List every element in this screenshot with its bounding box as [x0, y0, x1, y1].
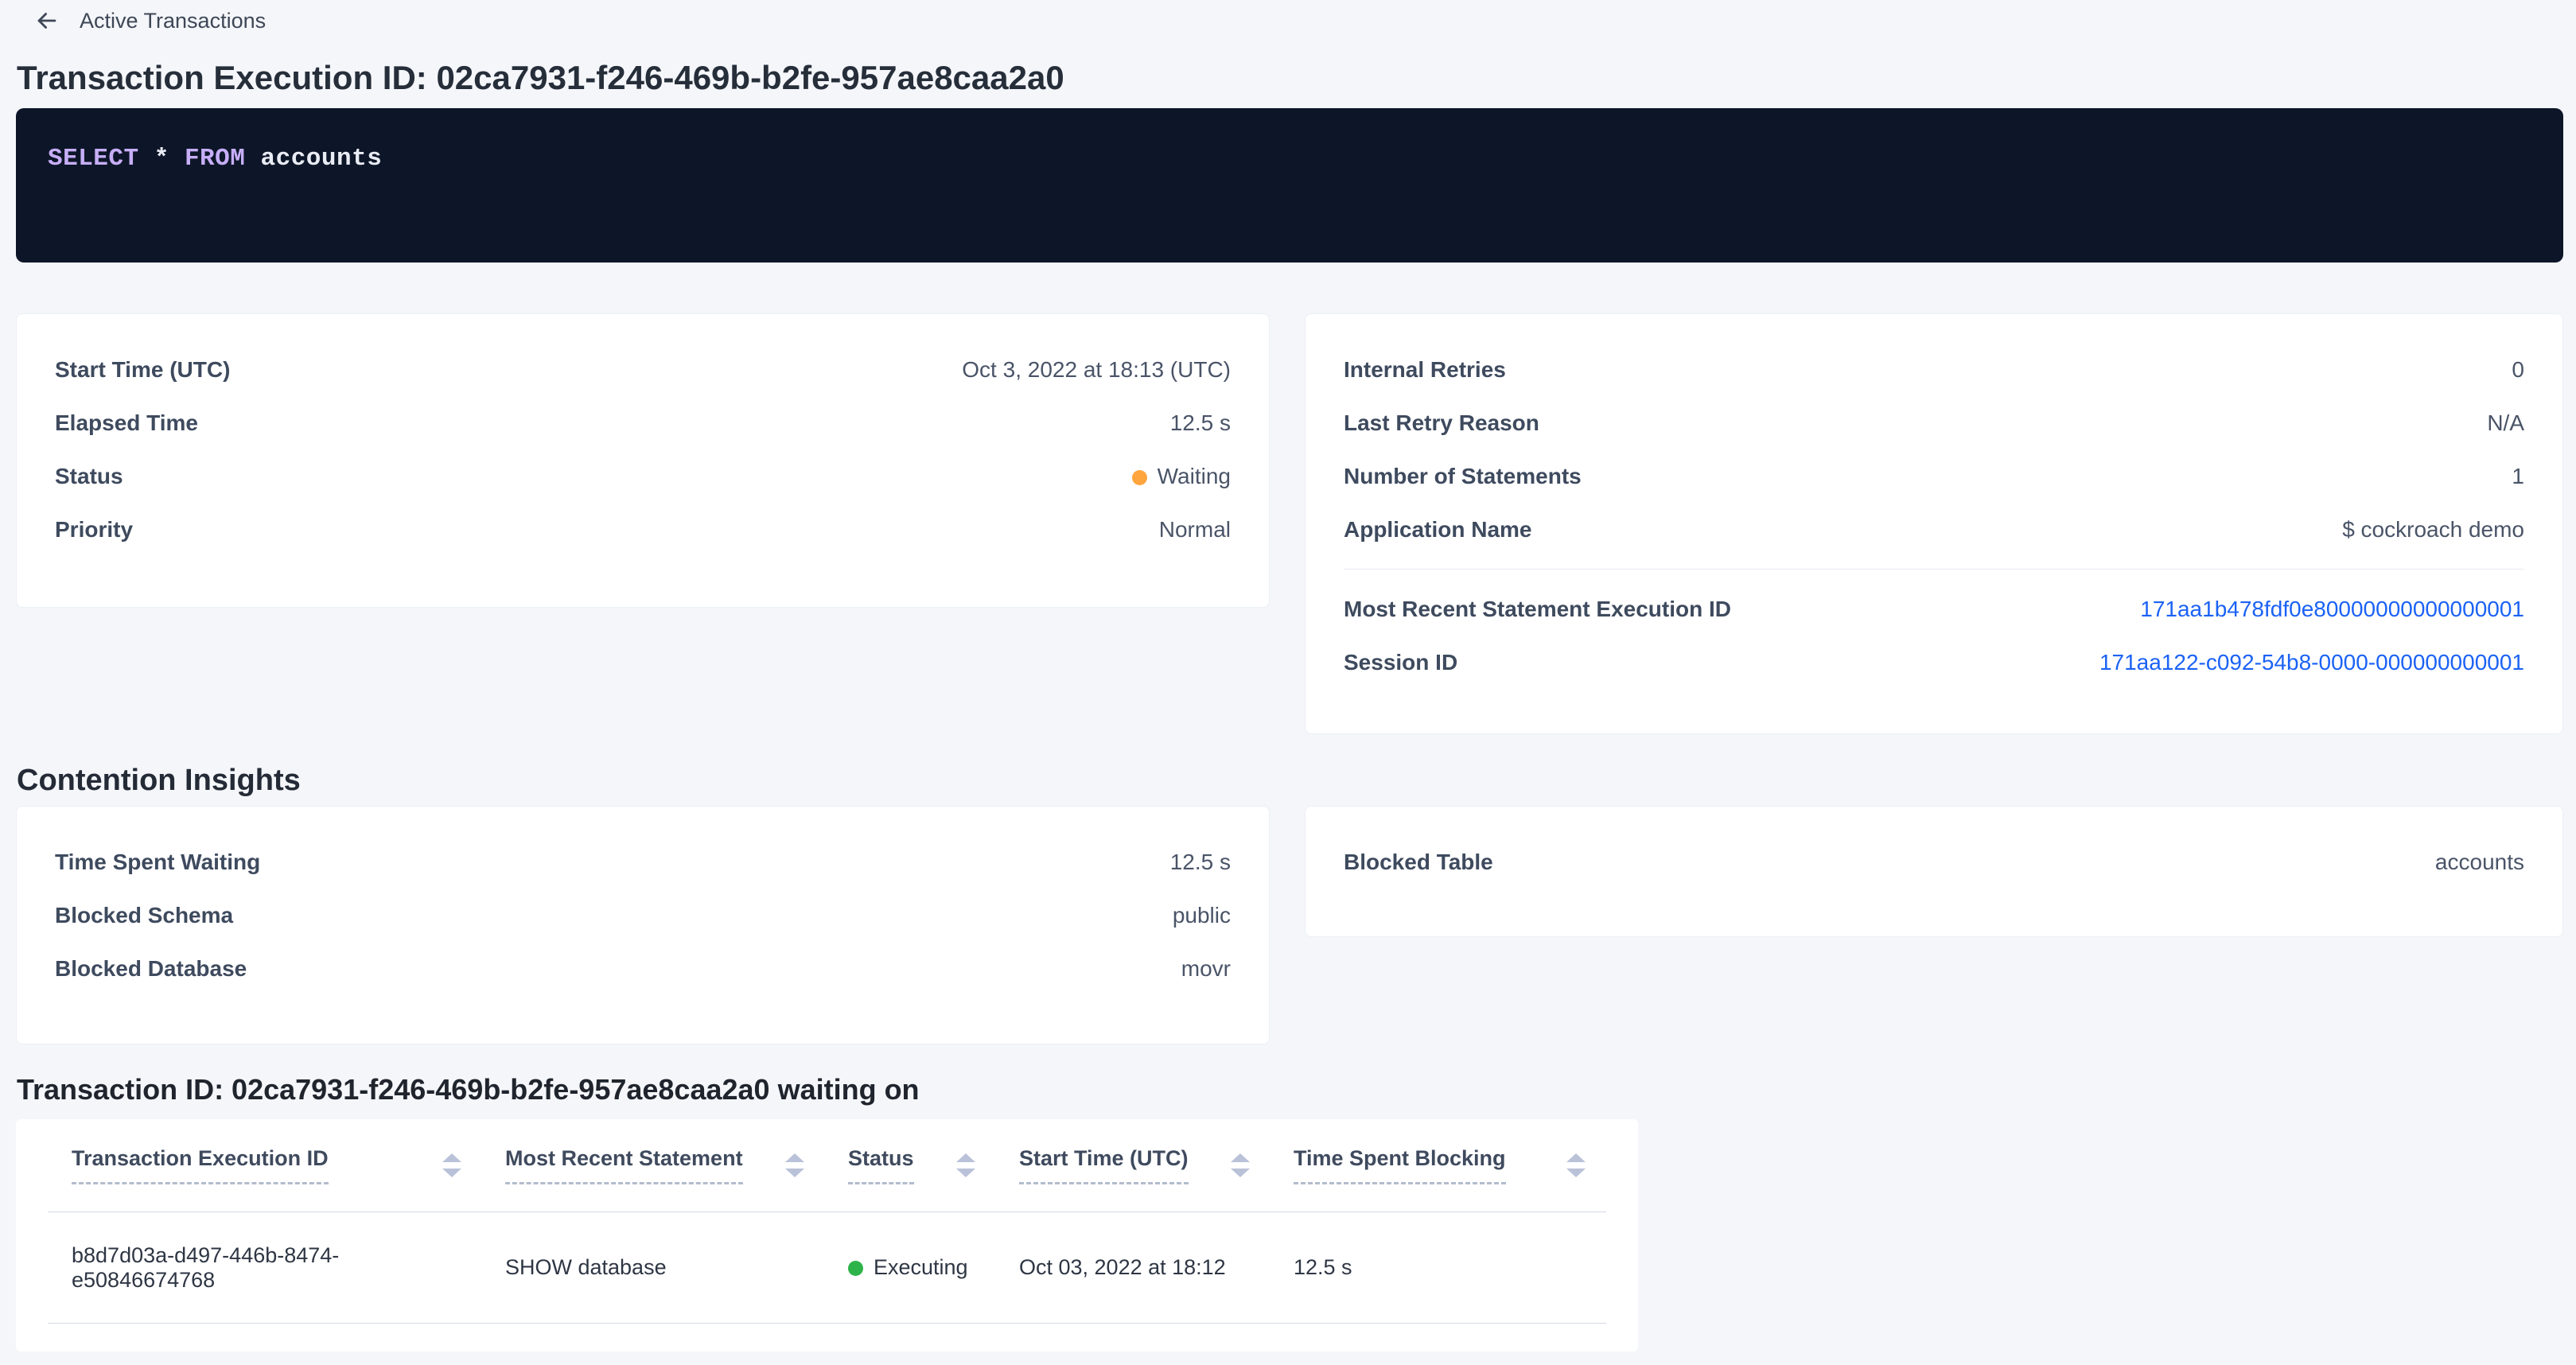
- column-header-transaction-execution-id[interactable]: Transaction Execution ID: [48, 1146, 505, 1184]
- contention-card-left: Time Spent Waiting 12.5 s Blocked Schema…: [16, 806, 1270, 1044]
- start-time-value: Oct 3, 2022 at 18:13 (UTC): [962, 357, 1231, 383]
- sql-asterisk: *: [154, 145, 169, 173]
- info-row-blocked-database: Blocked Database movr: [55, 942, 1231, 995]
- sort-arrows-icon[interactable]: [785, 1153, 804, 1177]
- statement-execution-id-link[interactable]: 171aa1b478fdf0e80000000000000001: [2140, 597, 2524, 622]
- summary-card-left: Start Time (UTC) Oct 3, 2022 at 18:13 (U…: [16, 313, 1270, 608]
- waiting-on-table: Transaction Execution ID Most Recent Sta…: [48, 1119, 1606, 1324]
- page: Active Transactions Transaction Executio…: [0, 6, 2576, 1351]
- info-row-application-name: Application Name $ cockroach demo: [1344, 503, 2524, 556]
- sort-arrows-icon[interactable]: [956, 1153, 975, 1177]
- column-header-status[interactable]: Status: [848, 1146, 1019, 1184]
- status-label: Status: [55, 464, 123, 489]
- number-of-statements-label: Number of Statements: [1344, 464, 1582, 489]
- sql-keyword-select: SELECT: [48, 145, 139, 173]
- info-row-elapsed-time: Elapsed Time 12.5 s: [55, 396, 1231, 449]
- sql-statement-box: SELECT * FROM accounts: [16, 108, 2563, 262]
- application-name-label: Application Name: [1344, 517, 1531, 542]
- info-row-blocked-schema: Blocked Schema public: [55, 889, 1231, 942]
- info-row-blocked-table: Blocked Table accounts: [1344, 835, 2524, 889]
- cell-start-time: Oct 03, 2022 at 18:12: [1019, 1255, 1294, 1280]
- info-row-priority: Priority Normal: [55, 503, 1231, 556]
- column-header-most-recent-statement[interactable]: Most Recent Statement: [505, 1146, 848, 1184]
- blocked-database-label: Blocked Database: [55, 956, 247, 982]
- elapsed-time-value: 12.5 s: [1170, 410, 1231, 436]
- info-row-internal-retries: Internal Retries 0: [1344, 343, 2524, 396]
- card-divider: [1344, 569, 2524, 570]
- summary-card-right: Internal Retries 0 Last Retry Reason N/A…: [1305, 313, 2563, 734]
- status-waiting-dot-icon: [1132, 470, 1147, 485]
- column-header-time-spent-blocking[interactable]: Time Spent Blocking: [1294, 1146, 1606, 1184]
- sql-table-name: accounts: [260, 145, 382, 173]
- blocked-schema-value: public: [1173, 903, 1231, 928]
- blocked-table-label: Blocked Table: [1344, 850, 1493, 875]
- priority-value: Normal: [1159, 517, 1231, 542]
- cell-status: Executing: [848, 1255, 1019, 1280]
- cell-most-recent-statement: SHOW database: [505, 1255, 848, 1280]
- info-row-last-retry-reason: Last Retry Reason N/A: [1344, 396, 2524, 449]
- number-of-statements-value: 1: [2512, 464, 2524, 489]
- waiting-on-table-card: Transaction Execution ID Most Recent Sta…: [16, 1119, 1638, 1351]
- waiting-on-heading: Transaction ID: 02ca7931-f246-469b-b2fe-…: [17, 1073, 2576, 1106]
- status-executing-dot-icon: [848, 1261, 863, 1276]
- sql-keyword-from: FROM: [185, 145, 245, 173]
- time-spent-waiting-value: 12.5 s: [1170, 850, 1231, 875]
- application-name-value: $ cockroach demo: [2342, 517, 2524, 542]
- column-header-label[interactable]: Start Time (UTC): [1019, 1146, 1189, 1184]
- column-header-start-time[interactable]: Start Time (UTC): [1019, 1146, 1294, 1184]
- statement-execution-id-label: Most Recent Statement Execution ID: [1344, 597, 1731, 622]
- page-title: Transaction Execution ID: 02ca7931-f246-…: [17, 59, 2576, 97]
- cell-time-spent-blocking: 12.5 s: [1294, 1255, 1606, 1280]
- sort-arrows-icon[interactable]: [1231, 1153, 1250, 1177]
- column-header-label[interactable]: Transaction Execution ID: [72, 1146, 329, 1184]
- time-spent-waiting-label: Time Spent Waiting: [55, 850, 260, 875]
- status-value-text: Waiting: [1158, 464, 1231, 488]
- column-header-label[interactable]: Time Spent Blocking: [1294, 1146, 1506, 1184]
- last-retry-reason-label: Last Retry Reason: [1344, 410, 1539, 436]
- cell-transaction-execution-id: b8d7d03a-d497-446b-8474-e50846674768: [48, 1243, 505, 1293]
- info-row-status: Status Waiting: [55, 449, 1231, 503]
- info-row-session-id: Session ID 171aa122-c092-54b8-0000-00000…: [1344, 636, 2524, 689]
- table-header-row: Transaction Execution ID Most Recent Sta…: [48, 1119, 1606, 1212]
- back-link-label[interactable]: Active Transactions: [80, 9, 266, 33]
- priority-label: Priority: [55, 517, 133, 542]
- blocked-database-value: movr: [1181, 956, 1231, 982]
- internal-retries-label: Internal Retries: [1344, 357, 1506, 383]
- info-row-time-spent-waiting: Time Spent Waiting 12.5 s: [55, 835, 1231, 889]
- status-value: Waiting: [1132, 464, 1231, 489]
- start-time-label: Start Time (UTC): [55, 357, 230, 383]
- sort-arrows-icon[interactable]: [442, 1153, 461, 1177]
- column-header-label[interactable]: Most Recent Statement: [505, 1146, 743, 1184]
- last-retry-reason-value: N/A: [2487, 410, 2524, 436]
- back-link[interactable]: Active Transactions: [33, 6, 266, 35]
- info-row-statement-execution-id: Most Recent Statement Execution ID 171aa…: [1344, 582, 2524, 636]
- column-header-label[interactable]: Status: [848, 1146, 914, 1184]
- info-row-start-time: Start Time (UTC) Oct 3, 2022 at 18:13 (U…: [55, 343, 1231, 396]
- blocked-table-value: accounts: [2435, 850, 2524, 875]
- blocked-schema-label: Blocked Schema: [55, 903, 233, 928]
- cell-status-text: Executing: [874, 1255, 968, 1279]
- info-row-number-of-statements: Number of Statements 1: [1344, 449, 2524, 503]
- summary-cards-row: Start Time (UTC) Oct 3, 2022 at 18:13 (U…: [16, 313, 2563, 734]
- table-row: b8d7d03a-d497-446b-8474-e50846674768 SHO…: [48, 1212, 1606, 1324]
- session-id-link[interactable]: 171aa122-c092-54b8-0000-000000000001: [2099, 650, 2524, 675]
- internal-retries-value: 0: [2512, 357, 2524, 383]
- back-arrow-icon: [33, 7, 60, 34]
- elapsed-time-label: Elapsed Time: [55, 410, 198, 436]
- session-id-label: Session ID: [1344, 650, 1457, 675]
- contention-insights-heading: Contention Insights: [17, 763, 2576, 798]
- sort-arrows-icon[interactable]: [1566, 1153, 1586, 1177]
- contention-card-right: Blocked Table accounts: [1305, 806, 2563, 937]
- contention-cards-row: Time Spent Waiting 12.5 s Blocked Schema…: [16, 806, 2563, 1044]
